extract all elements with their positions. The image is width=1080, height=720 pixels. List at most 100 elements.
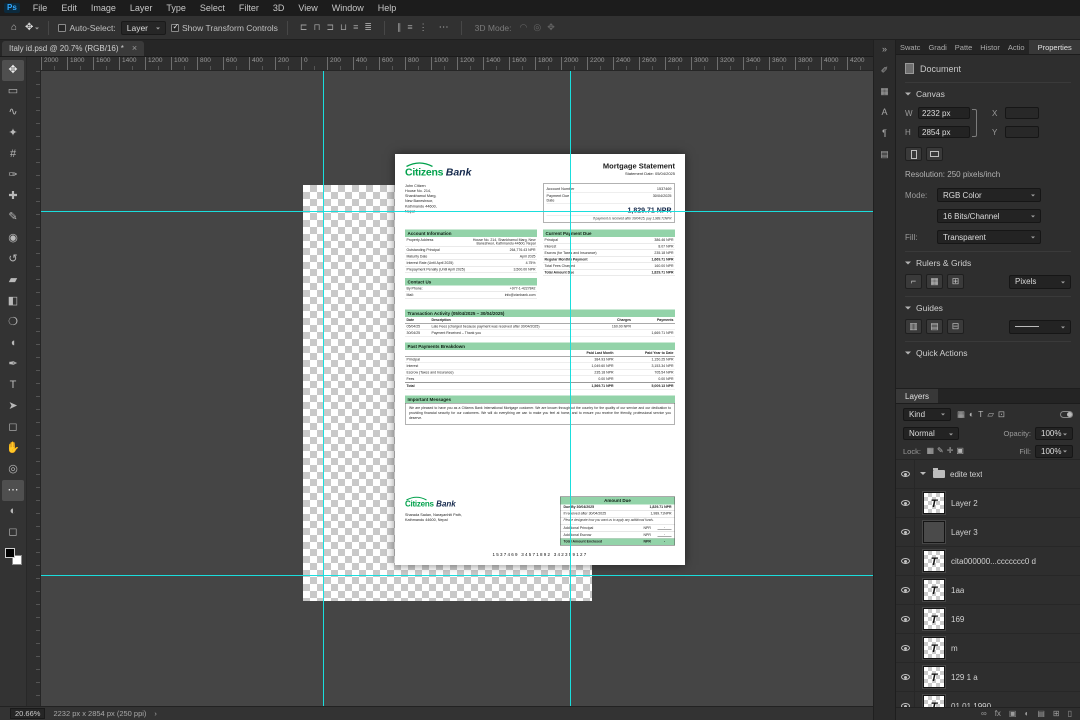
visibility-toggle-icon[interactable] (896, 605, 915, 633)
layer-row[interactable]: m (896, 634, 1080, 663)
align-bottom-edges-icon[interactable]: ≣ (361, 23, 375, 32)
quick-mask-icon[interactable]: ◐ (2, 501, 24, 522)
lock-paint-icon[interactable]: ✎ (936, 447, 946, 455)
fill-input[interactable]: 100% (1035, 444, 1073, 458)
menu-item[interactable]: Edit (54, 0, 84, 16)
visibility-toggle-icon[interactable] (896, 663, 915, 691)
rulers-grids-section-header[interactable]: Rulers & Grids (905, 251, 1071, 274)
layer-filter-toggle[interactable] (1060, 410, 1073, 418)
panel-tab[interactable]: Histor (976, 40, 1004, 54)
toggle-grid-icon[interactable]: ▦ (926, 274, 943, 289)
ruler-units-select[interactable]: Pixels (1009, 274, 1071, 289)
landscape-orientation-button[interactable] (926, 147, 943, 161)
new-guide-layout-icon[interactable]: ▥ (905, 319, 922, 334)
adjustment-layer-icon[interactable]: ◐ (1024, 710, 1029, 718)
new-group-icon[interactable]: ▤ (1037, 710, 1045, 718)
menu-item[interactable]: 3D (266, 0, 292, 16)
auto-select-checkbox[interactable]: Auto-Select: (58, 23, 116, 33)
canvas-section-header[interactable]: Canvas (905, 82, 1071, 105)
align-vertical-centers-icon[interactable]: ≡ (350, 23, 361, 32)
expand-group-icon[interactable] (920, 472, 926, 478)
edit-toolbar-icon[interactable]: ⋯ (2, 480, 24, 501)
quick-actions-section-header[interactable]: Quick Actions (905, 341, 1071, 364)
link-layers-icon[interactable]: ∞ (981, 710, 987, 718)
distribute-spacing-icon[interactable]: ⋮ (416, 23, 431, 32)
blur-tool[interactable]: ❍ (2, 312, 24, 333)
menu-item[interactable]: Image (84, 0, 123, 16)
align-horizontal-centers-icon[interactable]: ⊓ (310, 23, 323, 32)
layer-effects-icon[interactable]: fx (995, 710, 1001, 718)
paragraph-panel-icon[interactable]: ¶ (882, 129, 887, 138)
brush-tool[interactable]: ✎ (2, 207, 24, 228)
bit-depth-select[interactable]: 16 Bits/Channel (937, 209, 1041, 223)
color-mode-select[interactable]: RGB Color (937, 188, 1041, 202)
menu-item[interactable]: View (291, 0, 324, 16)
filter-pixel-layers-icon[interactable]: ▦ (955, 410, 967, 419)
panel-tab-properties[interactable]: Properties (1028, 40, 1080, 54)
guide-vertical[interactable] (570, 71, 571, 706)
distribute-horizontally-icon[interactable]: ∥ (394, 23, 405, 32)
align-left-edges-icon[interactable]: ⊏ (297, 23, 311, 32)
canvas-height-input[interactable]: 2854 px (918, 126, 970, 138)
layer-row[interactable]: Layer 3 (896, 518, 1080, 547)
gradient-tool[interactable]: ◧ (2, 291, 24, 312)
toggle-rulers-icon[interactable]: ⌐ (905, 274, 922, 289)
align-top-edges-icon[interactable]: ⊔ (337, 23, 350, 32)
canvas-x-input[interactable] (1005, 107, 1039, 119)
menu-item[interactable]: Filter (232, 0, 266, 16)
snap-icon[interactable]: ⊞ (947, 274, 964, 289)
blend-mode-select[interactable]: Normal (903, 427, 959, 440)
lasso-tool[interactable]: ∿ (2, 102, 24, 123)
guide-style-select[interactable] (1009, 319, 1071, 334)
panel-tab[interactable]: Actio (1004, 40, 1029, 54)
shape-tool[interactable]: ◻ (2, 417, 24, 438)
vertical-ruler[interactable] (27, 71, 41, 706)
filter-smart-objects-icon[interactable]: ⊡ (996, 410, 1007, 419)
visibility-toggle-icon[interactable] (896, 692, 915, 707)
layer-row[interactable]: edite text (896, 460, 1080, 489)
show-transform-checkbox[interactable]: Show Transform Controls (171, 22, 278, 33)
visibility-toggle-icon[interactable] (896, 547, 915, 575)
menu-item[interactable]: Select (193, 0, 232, 16)
character-panel-icon[interactable]: A (881, 108, 887, 117)
layer-row[interactable]: 01.01.1990 (896, 692, 1080, 707)
layers-panel-tab[interactable]: Layers (896, 389, 939, 403)
filter-adjustment-layers-icon[interactable]: ◐ (967, 410, 976, 419)
delete-layer-icon[interactable]: ▯ (1068, 710, 1072, 718)
color-swatches[interactable] (4, 548, 22, 565)
align-right-edges-icon[interactable]: ⊐ (324, 23, 338, 32)
statement-page[interactable]: Citizens Bank Mortgage Statement Statemen… (395, 154, 685, 565)
foreground-color-swatch[interactable] (4, 548, 15, 558)
filter-type-layers-icon[interactable]: T (976, 410, 985, 419)
dodge-tool[interactable]: ◖ (2, 333, 24, 354)
layer-row[interactable]: 1aa (896, 576, 1080, 605)
horizontal-ruler[interactable]: 2000 1800 1600 1400 1200 1000 800 600 400 200 0 200… (41, 57, 873, 70)
eraser-tool[interactable]: ▰ (2, 270, 24, 291)
menu-item[interactable]: Help (371, 0, 404, 16)
eyedropper-tool[interactable]: ✑ (2, 165, 24, 186)
type-tool[interactable]: T (2, 375, 24, 396)
lock-all-icon[interactable]: ▣ (955, 447, 966, 455)
brushes-panel-icon[interactable]: ✐ (881, 66, 889, 75)
menu-item[interactable]: Layer (123, 0, 160, 16)
status-caret-icon[interactable]: › (154, 709, 157, 718)
portrait-orientation-button[interactable] (905, 147, 922, 161)
crop-tool[interactable]: # (2, 144, 24, 165)
menu-item[interactable]: File (26, 0, 55, 16)
swatches-panel-icon[interactable]: ▦ (880, 87, 889, 96)
new-layer-icon[interactable]: ⊞ (1053, 710, 1060, 718)
document-tab[interactable]: Italy id.psd @ 20.7% (RGB/16) * × (2, 41, 145, 56)
lock-position-icon[interactable]: ✛ (945, 447, 955, 455)
layer-row[interactable]: 169 (896, 605, 1080, 634)
clone-stamp-tool[interactable]: ◉ (2, 228, 24, 249)
auto-select-target-select[interactable]: Layer (120, 20, 167, 35)
layer-row[interactable]: cita000000...ccccccc0 d (896, 547, 1080, 576)
layer-mask-icon[interactable]: ▣ (1009, 710, 1017, 718)
current-tool-preset[interactable]: ✥ (25, 22, 40, 33)
menu-item[interactable]: Type (159, 0, 193, 16)
layer-row[interactable]: 129 1 a (896, 663, 1080, 692)
history-brush-tool[interactable]: ↺ (2, 249, 24, 270)
canvas-fill-select[interactable]: Transparent (937, 230, 1041, 244)
lock-transparency-icon[interactable]: ▦ (925, 447, 936, 455)
guide-horizontal[interactable] (41, 211, 873, 212)
